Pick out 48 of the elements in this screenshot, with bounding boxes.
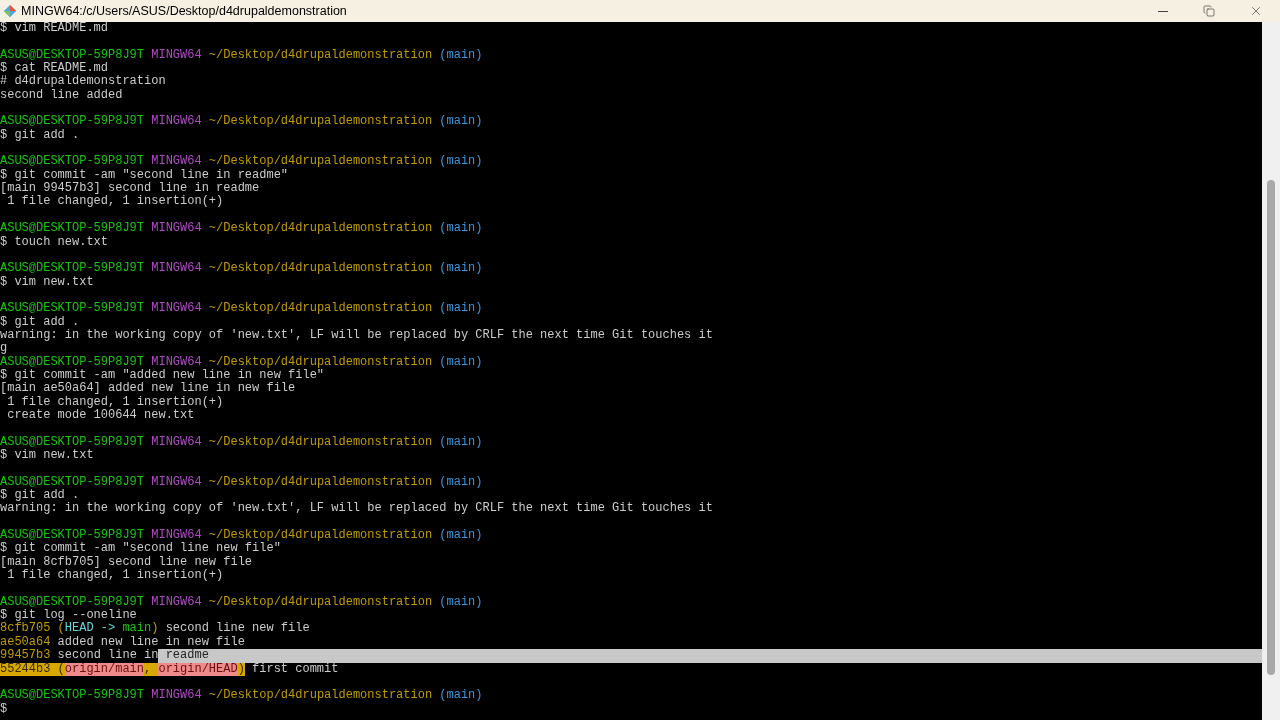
- terminal-line: ASUS@DESKTOP-59P8J9T MINGW64 ~/Desktop/d4drupaldemonstration (main): [0, 262, 483, 276]
- scrollbar[interactable]: [1262, 22, 1280, 720]
- terminal-line: $ git add .: [0, 315, 80, 329]
- terminal-line: $ vim new.txt: [0, 275, 94, 289]
- terminal-line: 8cfb705 (HEAD -> main) second line new file: [0, 622, 310, 636]
- terminal-line: ASUS@DESKTOP-59P8J9T MINGW64 ~/Desktop/d4drupaldemonstration (main): [0, 689, 483, 703]
- restore-icon: [1203, 5, 1215, 17]
- terminal-line: $ git commit -am "second line new file": [0, 542, 281, 556]
- terminal-line: [main ae50a64] added new line in new file: [0, 382, 296, 396]
- terminal-line: $ git commit -am "added new line in new file": [0, 368, 325, 382]
- close-icon: [1249, 4, 1263, 18]
- window-title: MINGW64:/c/Users/ASUS/Desktop/d4drupaldemonstration: [21, 2, 347, 20]
- terminal-line: 1 file changed, 1 insertion(+): [6, 569, 224, 583]
- terminal-line: $ git commit -am "second line in readme": [0, 168, 289, 182]
- terminal-line: ASUS@DESKTOP-59P8J9T MINGW64 ~/Desktop/d4drupaldemonstration (main): [0, 475, 483, 489]
- terminal-line: $ vim README.md: [0, 22, 109, 36]
- terminal-line: [main 99457b3] second line in readme: [0, 182, 260, 196]
- terminal-line: ASUS@DESKTOP-59P8J9T MINGW64 ~/Desktop/d4drupaldemonstration (main): [0, 115, 483, 129]
- terminal-line: [main 8cfb705] second line new file: [0, 555, 253, 569]
- terminal-line: create mode 100644 new.txt: [6, 408, 195, 423]
- terminal-line: $ git add .: [0, 489, 80, 503]
- terminal-line: ASUS@DESKTOP-59P8J9T MINGW64 ~/Desktop/d4drupaldemonstration (main): [0, 355, 483, 369]
- terminal-line: 99457b3 second line in readme: [0, 649, 1262, 663]
- terminal-line: 1 file changed, 1 insertion(+): [6, 195, 224, 209]
- terminal-line: ae50a64 added new line in new file: [0, 635, 245, 649]
- terminal-line: 55244b3 (origin/main, origin/HEAD) first commit: [0, 662, 339, 676]
- terminal-line: 1 file changed, 1 insertion(+): [6, 395, 224, 409]
- terminal-line: $ git add .: [0, 128, 80, 143]
- terminal-line: ASUS@DESKTOP-59P8J9T MINGW64 ~/Desktop/d4drupaldemonstration (main): [0, 48, 483, 62]
- terminal-line: $: [0, 702, 8, 716]
- terminal-line: $ touch new.txt: [0, 235, 109, 249]
- scrollbar-thumb[interactable]: [1267, 180, 1275, 675]
- terminal-line: ASUS@DESKTOP-59P8J9T MINGW64 ~/Desktop/d4drupaldemonstration (main): [0, 435, 483, 449]
- terminal-line: $ vim new.txt: [0, 449, 94, 463]
- terminal-line: $ cat README.md: [0, 62, 109, 76]
- terminal-line: warning: in the working copy of 'new.txt', LF will be replaced by CRLF the next time Git touches it: [0, 328, 713, 343]
- terminal-line: g: [0, 342, 8, 356]
- terminal-line: ASUS@DESKTOP-59P8J9T MINGW64 ~/Desktop/d4drupaldemonstration (main): [0, 155, 483, 169]
- terminal-line: ASUS@DESKTOP-59P8J9T MINGW64 ~/Desktop/d4drupaldemonstration (main): [0, 222, 483, 236]
- terminal-line: ASUS@DESKTOP-59P8J9T MINGW64 ~/Desktop/d4drupaldemonstration (main): [0, 529, 483, 543]
- terminal-line: second line added: [0, 88, 123, 103]
- terminal-line: # d4drupaldemonstration: [0, 75, 166, 89]
- diamond-logo-icon: [3, 4, 17, 18]
- terminal-line: $ git log --oneline: [0, 609, 137, 623]
- terminal-line: warning: in the working copy of 'new.txt', LF will be replaced by CRLF the next time Git touches it: [0, 502, 713, 516]
- terminal-line: ASUS@DESKTOP-59P8J9T MINGW64 ~/Desktop/d4drupaldemonstration (main): [0, 302, 483, 316]
- terminal-line: ASUS@DESKTOP-59P8J9T MINGW64 ~/Desktop/d4drupaldemonstration (main): [0, 595, 483, 609]
- minimize-icon: [1158, 10, 1168, 12]
